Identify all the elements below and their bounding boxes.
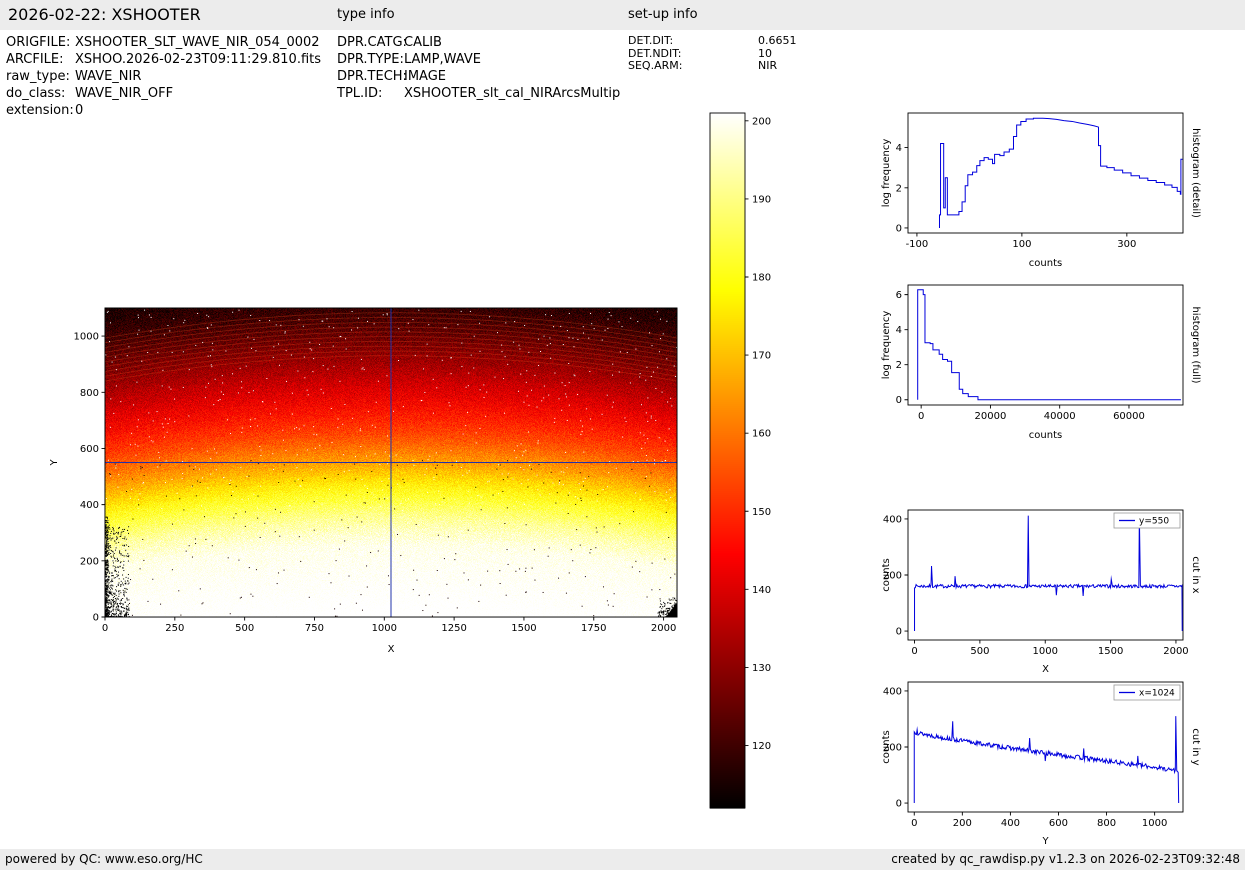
meta-key: raw_type:: [6, 69, 70, 84]
type-info-heading: type info: [337, 7, 395, 22]
meta-key: ORIGFILE:: [6, 35, 71, 50]
meta-key: TPL.ID:: [337, 86, 383, 101]
meta-row-arcfile: ARCFILE: XSHOO.2026-02-23T09:11:29.810.fi…: [6, 51, 321, 68]
meta-value: XSHOO.2026-02-23T09:11:29.810.fits: [75, 52, 322, 67]
meta-key: extension:: [6, 103, 74, 118]
meta-value: 0.6651: [758, 34, 797, 47]
colorbar: [690, 105, 800, 820]
meta-row-dpr-catg: DPR.CATG: CALIB: [337, 34, 620, 51]
cut-in-y-plot: [880, 669, 1225, 859]
meta-value: XSHOOTER_slt_cal_NIRArcsMultip: [404, 86, 621, 101]
meta-key: ARCFILE:: [6, 52, 64, 67]
detector-image-plot: [40, 295, 700, 670]
meta-row-do-class: do_class: WAVE_NIR_OFF: [6, 85, 321, 102]
meta-row-dpr-type: DPR.TYPE: LAMP,WAVE: [337, 51, 620, 68]
setup-info-heading: set-up info: [628, 7, 698, 22]
meta-key: DET.DIT:: [628, 34, 674, 47]
footer-created-by: created by qc_rawdisp.py v1.2.3 on 2026-…: [891, 852, 1240, 866]
meta-value: IMAGE: [404, 69, 447, 84]
type-info-block: DPR.CATG: CALIB DPR.TYPE: LAMP,WAVE DPR.TE…: [337, 34, 620, 102]
meta-key: DPR.CATG:: [337, 35, 407, 50]
meta-value: WAVE_NIR_OFF: [75, 86, 174, 101]
header-bar: 2026-02-22: XSHOOTER type info set-up in…: [0, 0, 1245, 30]
meta-value: XSHOOTER_SLT_WAVE_NIR_054_0002: [75, 35, 320, 50]
meta-value: NIR: [758, 59, 778, 72]
setup-info-block: DET.DIT: 0.6651 DET.NDIT: 10 SEQ.ARM: NIR: [628, 34, 797, 73]
meta-value: WAVE_NIR: [75, 69, 142, 84]
meta-row-det-dit: DET.DIT: 0.6651: [628, 34, 797, 48]
meta-key: DPR.TECH:: [337, 69, 407, 84]
meta-row-seq-arm: SEQ.ARM: NIR: [628, 59, 797, 73]
histogram-detail-plot: [880, 100, 1225, 290]
file-info-block: ORIGFILE: XSHOOTER_SLT_WAVE_NIR_054_0002 …: [6, 34, 321, 119]
cut-in-x-plot: [880, 497, 1225, 687]
meta-key: DPR.TYPE:: [337, 52, 404, 67]
page-title: 2026-02-22: XSHOOTER: [8, 5, 201, 24]
meta-row-extension: extension: 0: [6, 102, 321, 119]
meta-value: CALIB: [404, 35, 442, 50]
meta-row-raw-type: raw_type: WAVE_NIR: [6, 68, 321, 85]
footer-powered-by: powered by QC: www.eso.org/HC: [5, 852, 203, 866]
meta-value: 0: [75, 103, 84, 118]
histogram-full-plot: [880, 272, 1225, 462]
meta-row-origfile: ORIGFILE: XSHOOTER_SLT_WAVE_NIR_054_0002: [6, 34, 321, 51]
meta-value: LAMP,WAVE: [404, 52, 481, 67]
meta-key: SEQ.ARM:: [628, 59, 683, 72]
footer-bar: powered by QC: www.eso.org/HC created by…: [0, 849, 1245, 870]
meta-row-tpl-id: TPL.ID: XSHOOTER_slt_cal_NIRArcsMultip: [337, 85, 620, 102]
meta-row-dpr-tech: DPR.TECH: IMAGE: [337, 68, 620, 85]
meta-key: do_class:: [6, 86, 66, 101]
